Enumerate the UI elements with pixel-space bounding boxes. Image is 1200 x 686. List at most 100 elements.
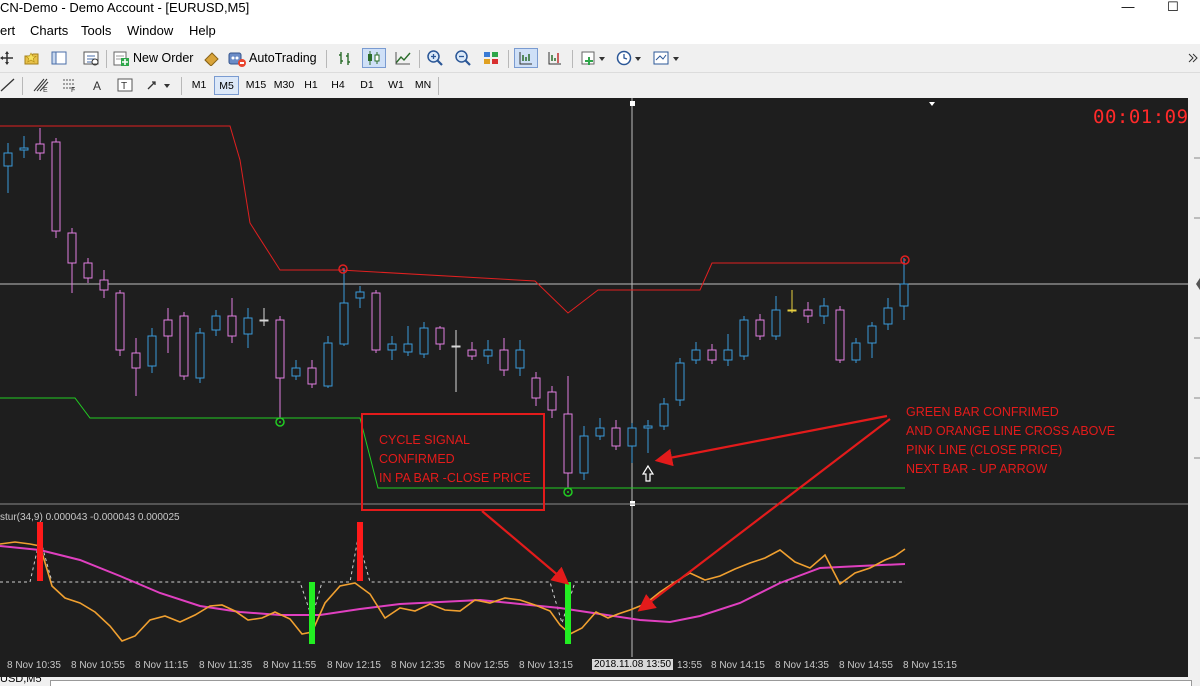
candle-body — [355, 291, 365, 299]
chart-tab[interactable]: USD,M5 — [0, 677, 42, 685]
text-tool-icon[interactable]: A — [88, 75, 108, 95]
bar-chart-icon[interactable] — [334, 48, 356, 68]
timeframe-m15[interactable]: M15 — [243, 76, 269, 95]
star-favorites-icon[interactable] — [20, 48, 42, 68]
timeframe-m1[interactable]: M1 — [188, 76, 210, 95]
candle-body — [819, 305, 829, 317]
chart-canvas[interactable] — [0, 98, 1188, 657]
drawing-toolbar: E F A T M1 M5 M15 M30 H1 H4 D1 W1 MN — [0, 73, 1200, 99]
annotation-line: IN PA BAR -CLOSE PRICE — [379, 471, 531, 485]
candle-body — [803, 309, 813, 317]
menu-expert[interactable]: ert — [0, 23, 15, 39]
annotation-line: CONFIRMED — [379, 452, 455, 466]
timeframe-w1[interactable]: W1 — [384, 76, 408, 95]
timeframe-m30[interactable]: M30 — [271, 76, 297, 95]
svg-text:T: T — [121, 81, 127, 92]
candle-body — [851, 342, 861, 361]
timeframe-h4[interactable]: H4 — [327, 76, 349, 95]
annotation-line: PINK LINE (CLOSE PRICE) — [906, 443, 1063, 457]
candle-body — [707, 349, 717, 361]
candle-body — [67, 232, 77, 264]
fibonacci-retracement-icon[interactable]: F — [58, 75, 80, 95]
menu-charts[interactable]: Charts — [30, 23, 68, 39]
candle-body — [467, 349, 477, 357]
annotation-line: AND ORANGE LINE CROSS ABOVE — [906, 424, 1116, 438]
toolbar-separator — [572, 50, 573, 68]
annotation-arrow — [654, 414, 888, 467]
fibonacci-icon[interactable]: E — [30, 75, 52, 95]
orange-cycle-line — [0, 541, 906, 642]
timeframe-h1[interactable]: H1 — [300, 76, 322, 95]
new-order-button[interactable]: New Order — [112, 48, 196, 68]
status-bar: USD,M5 — [0, 677, 1200, 686]
crosshair-time-label: 2018.11.08 13:50 — [592, 659, 674, 670]
crosshair-handle[interactable] — [630, 101, 635, 106]
annotation-arrow — [481, 510, 570, 585]
candle-body — [371, 292, 381, 351]
terminal-icon[interactable] — [80, 48, 102, 68]
upper-signal-dot — [342, 268, 344, 270]
toolbar-separator — [326, 50, 327, 68]
annotation-line: GREEN BAR CONFRIMED — [906, 405, 1059, 419]
candle-body — [147, 335, 157, 367]
status-panel — [50, 680, 1192, 686]
zoom-in-icon[interactable] — [424, 48, 446, 68]
periods-clock-icon[interactable] — [614, 48, 644, 68]
time-tick: 8 Nov 12:55 — [455, 660, 509, 671]
candlestick-chart-icon[interactable] — [362, 48, 386, 68]
menu-tools[interactable]: Tools — [81, 23, 111, 39]
time-axis: 8 Nov 10:35 8 Nov 10:55 8 Nov 11:15 8 No… — [0, 657, 1188, 677]
navigator-icon[interactable] — [48, 48, 70, 68]
zoom-out-icon[interactable] — [452, 48, 474, 68]
auto-scroll-icon[interactable] — [514, 48, 538, 68]
timeframe-mn[interactable]: MN — [411, 76, 435, 95]
indicators-icon[interactable] — [578, 48, 608, 68]
eraser-icon[interactable] — [200, 48, 222, 68]
time-tick: 8 Nov 14:55 — [839, 660, 893, 671]
menu-help[interactable]: Help — [189, 23, 216, 39]
time-tick: 8 Nov 11:55 — [263, 660, 317, 671]
line-chart-icon[interactable] — [392, 48, 414, 68]
minimize-button[interactable]: — — [1108, 0, 1148, 17]
toolbar-overflow-icon[interactable] — [1187, 50, 1199, 66]
arrows-tool-icon[interactable] — [144, 75, 174, 95]
time-tick: 13:55 — [677, 660, 703, 671]
timeframe-m5[interactable]: M5 — [214, 76, 239, 95]
toolbar-separator — [22, 77, 23, 95]
auto-trading-button[interactable]: AutoTrading — [227, 48, 319, 68]
move-icon[interactable] — [0, 48, 14, 68]
candle-body — [611, 427, 621, 447]
candle-body — [787, 309, 797, 312]
toolbar-separator — [181, 77, 182, 95]
candle-body — [307, 367, 317, 385]
timeframe-d1[interactable]: D1 — [356, 76, 378, 95]
text-label-icon[interactable]: T — [114, 75, 136, 95]
menu-window[interactable]: Window — [127, 23, 173, 39]
maximize-button[interactable]: ☐ — [1153, 0, 1193, 17]
new-order-label: New Order — [133, 51, 194, 65]
chart-shift-marker[interactable] — [929, 102, 935, 106]
tile-windows-icon[interactable] — [480, 48, 502, 68]
chart-shift-icon[interactable] — [544, 48, 566, 68]
candle-body — [483, 349, 493, 357]
toolbar-separator — [419, 50, 420, 68]
trendline-icon[interactable] — [0, 75, 16, 95]
price-chart[interactable]: 00:01:09 stur(34,9) 0.000043 -0.000043 0… — [0, 98, 1188, 657]
time-tick: 8 Nov 14:15 — [711, 660, 765, 671]
upper-signal-dot — [904, 259, 906, 261]
candle-body — [627, 427, 637, 447]
time-tick: 8 Nov 11:15 — [135, 660, 189, 671]
candle-body — [115, 292, 125, 351]
annotation-green-bar: GREEN BAR CONFRIMED AND ORANGE LINE CROS… — [906, 403, 1166, 479]
standard-toolbar: New Order AutoTrading — [0, 44, 1200, 73]
candle-body — [595, 427, 605, 437]
candle-body — [659, 403, 669, 427]
candle-body — [419, 327, 429, 355]
candle-body — [579, 435, 589, 474]
price-scale-strip — [1188, 98, 1200, 657]
svg-text:E: E — [43, 87, 48, 93]
templates-icon[interactable] — [650, 48, 682, 68]
time-tick: 8 Nov 10:35 — [7, 660, 61, 671]
candle-body — [723, 349, 733, 361]
svg-text:A: A — [93, 79, 101, 93]
